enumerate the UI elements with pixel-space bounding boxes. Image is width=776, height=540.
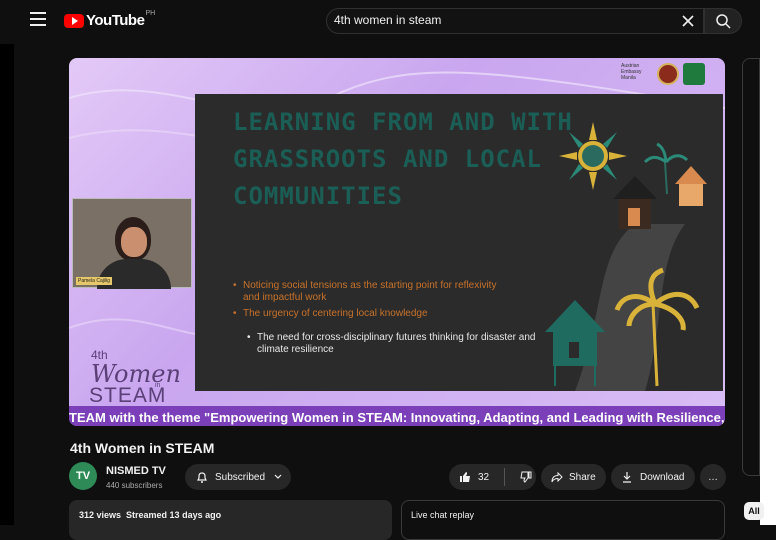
share-label: Share [569, 471, 596, 483]
like-count: 32 [478, 471, 490, 483]
subscribed-button[interactable]: Subscribed [185, 464, 291, 490]
side-panel[interactable] [742, 58, 760, 476]
bullet-1: Noticing social tensions as the starting… [233, 280, 513, 304]
download-button[interactable]: Download [611, 464, 695, 490]
description-box[interactable] [69, 500, 392, 540]
search-icon [716, 14, 731, 29]
bullet-3: The need for cross-disciplinary futures … [247, 332, 547, 356]
thumbs-up-icon [460, 472, 470, 482]
partner-logo-icon [683, 63, 705, 85]
search-query[interactable]: 4th women in steam [334, 13, 441, 27]
share-button[interactable]: Share [541, 464, 606, 490]
hut-icon [613, 176, 657, 229]
share-icon [551, 471, 563, 483]
download-icon [623, 472, 631, 483]
presentation-slide: Learning from and with grassroots and lo… [195, 94, 723, 391]
brand-steam: STEAM [89, 384, 167, 407]
left-edge [0, 44, 14, 525]
embassy-seal-icon [657, 63, 679, 85]
illustration [545, 122, 707, 391]
speaker-name-tag: Pamela Cajilig [76, 277, 112, 285]
right-edge [760, 0, 776, 525]
small-hut-icon [675, 166, 707, 206]
live-chat-replay-bar[interactable] [401, 500, 725, 540]
logo-text: YouTube [86, 12, 145, 29]
youtube-play-icon [64, 13, 84, 28]
speaker-camera: Pamela Cajilig [72, 198, 192, 289]
channel-name[interactable]: NISMED TV [106, 465, 166, 477]
dislike-button[interactable] [513, 470, 533, 484]
channel-avatar[interactable]: TV [69, 462, 97, 490]
more-actions-button[interactable]: … [700, 464, 726, 490]
filter-chip-all[interactable]: All [744, 502, 764, 520]
stilt-hut-icon [545, 300, 605, 386]
video-player[interactable]: Austrian Embassy Manila Learning from an… [69, 58, 725, 426]
ticker-text: TEAM with the theme "Empowering Women in… [69, 410, 725, 425]
subscribed-label: Subscribed [215, 471, 266, 483]
close-icon[interactable] [680, 13, 696, 29]
views-and-date: 312 views Streamed 13 days ago [79, 510, 222, 520]
speaker-face [121, 227, 147, 257]
search-button[interactable] [704, 8, 742, 34]
subscriber-count: 440 subscribers [106, 481, 163, 490]
download-label: Download [640, 471, 685, 483]
bell-icon [197, 472, 207, 483]
live-chat-replay-label: Live chat replay [411, 510, 475, 520]
hamburger-menu-icon[interactable] [30, 12, 46, 26]
sun-icon [559, 122, 627, 190]
logo-region: PH [145, 10, 156, 17]
like-dislike-group: 32 [449, 464, 536, 490]
partner-embassy: Austrian Embassy Manila [621, 63, 642, 81]
chevron-down-icon [274, 474, 282, 479]
thumbs-down-icon [520, 471, 532, 483]
bullet-2: The urgency of centering local knowledge [233, 308, 513, 320]
youtube-logo[interactable]: YouTube PH [64, 10, 156, 29]
video-title: 4th Women in STEAM [70, 440, 215, 456]
like-divider [504, 468, 505, 486]
